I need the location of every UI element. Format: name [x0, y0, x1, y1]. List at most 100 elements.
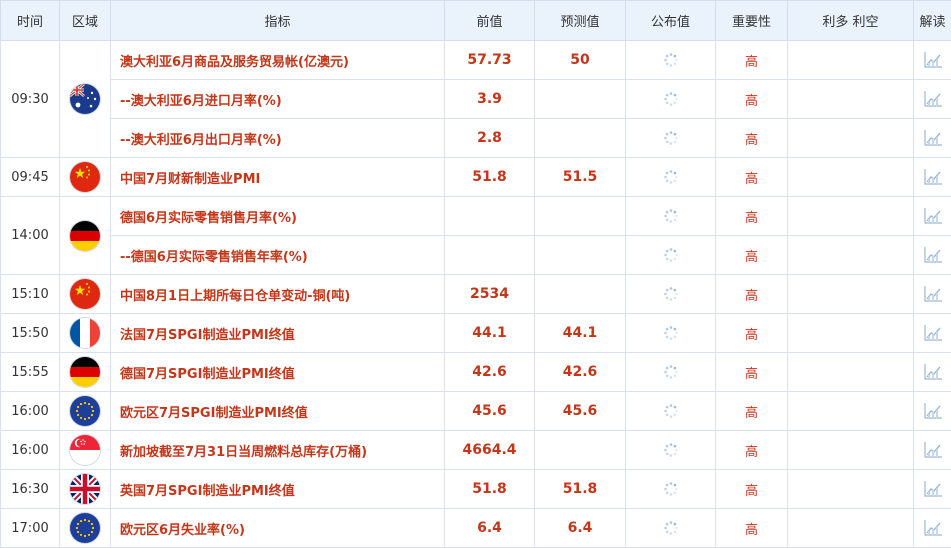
line-chart-icon[interactable] [923, 90, 943, 108]
importance-value: 高 [716, 509, 788, 548]
loading-spinner-icon [663, 442, 679, 458]
impact-cell [788, 314, 914, 353]
interpret-cell[interactable] [914, 158, 951, 197]
forecast-value: 6.4 [535, 509, 626, 548]
indicator-link[interactable]: 中国7月财新制造业PMI [111, 158, 445, 197]
header-indicator: 指标 [111, 1, 445, 41]
region-flag-cell [60, 314, 111, 353]
interpret-cell[interactable] [914, 509, 951, 548]
line-chart-icon[interactable] [923, 519, 943, 537]
indicator-link[interactable]: 欧元区6月失业率(%) [111, 509, 445, 548]
interpret-cell[interactable] [914, 431, 951, 470]
line-chart-icon[interactable] [923, 168, 943, 186]
uk-flag-icon [70, 474, 100, 504]
event-time: 16:00 [1, 392, 60, 431]
line-chart-icon[interactable] [923, 207, 943, 225]
event-time: 15:10 [1, 275, 60, 314]
indicator-link[interactable]: --澳大利亚6月出口月率(%) [111, 119, 445, 158]
importance-value: 高 [716, 197, 788, 236]
forecast-value: 51.5 [535, 158, 626, 197]
table-row[interactable]: 16:00欧元区7月SPGI制造业PMI终值45.645.6高 [1, 392, 951, 431]
table-row[interactable]: 16:00新加坡截至7月31日当周燃料总库存(万桶)4664.4高 [1, 431, 951, 470]
interpret-cell[interactable] [914, 236, 951, 275]
previous-value [445, 197, 535, 236]
indicator-link[interactable]: --德国6月实际零售销售年率(%) [111, 236, 445, 275]
line-chart-icon[interactable] [923, 441, 943, 459]
france-flag-icon [70, 318, 100, 348]
region-flag-cell [60, 275, 111, 314]
published-value [626, 431, 716, 470]
table-row[interactable]: 15:55德国7月SPGI制造业PMI终值42.642.6高 [1, 353, 951, 392]
interpret-cell[interactable] [914, 392, 951, 431]
table-row[interactable]: 15:50法国7月SPGI制造业PMI终值44.144.1高 [1, 314, 951, 353]
importance-value: 高 [716, 41, 788, 80]
table-row[interactable]: --澳大利亚6月进口月率(%)3.9高 [1, 80, 951, 119]
indicator-link[interactable]: 中国8月1日上期所每日仓单变动-铜(吨) [111, 275, 445, 314]
line-chart-icon[interactable] [923, 324, 943, 342]
indicator-link[interactable]: 新加坡截至7月31日当周燃料总库存(万桶) [111, 431, 445, 470]
previous-value: 4664.4 [445, 431, 535, 470]
loading-spinner-icon [663, 520, 679, 536]
indicator-link[interactable]: 德国7月SPGI制造业PMI终值 [111, 353, 445, 392]
line-chart-icon[interactable] [923, 246, 943, 264]
loading-spinner-icon [663, 52, 679, 68]
event-time: 09:45 [1, 158, 60, 197]
table-row[interactable]: 14:00德国6月实际零售销售月率(%)高 [1, 197, 951, 236]
published-value [626, 236, 716, 275]
table-row[interactable]: 16:30英国7月SPGI制造业PMI终值51.851.8高 [1, 470, 951, 509]
indicator-link[interactable]: 英国7月SPGI制造业PMI终值 [111, 470, 445, 509]
previous-value: 57.73 [445, 41, 535, 80]
previous-value: 2534 [445, 275, 535, 314]
line-chart-icon[interactable] [923, 285, 943, 303]
indicator-link[interactable]: --澳大利亚6月进口月率(%) [111, 80, 445, 119]
header-published: 公布值 [626, 1, 716, 41]
line-chart-icon[interactable] [923, 480, 943, 498]
indicator-link[interactable]: 欧元区7月SPGI制造业PMI终值 [111, 392, 445, 431]
loading-spinner-icon [663, 169, 679, 185]
indicator-link[interactable]: 澳大利亚6月商品及服务贸易帐(亿澳元) [111, 41, 445, 80]
indicator-link[interactable]: 德国6月实际零售销售月率(%) [111, 197, 445, 236]
interpret-cell[interactable] [914, 80, 951, 119]
importance-value: 高 [716, 353, 788, 392]
interpret-cell[interactable] [914, 41, 951, 80]
line-chart-icon[interactable] [923, 51, 943, 69]
line-chart-icon[interactable] [923, 402, 943, 420]
impact-cell [788, 275, 914, 314]
published-value [626, 353, 716, 392]
importance-value: 高 [716, 392, 788, 431]
germany-flag-icon [70, 221, 100, 251]
interpret-cell[interactable] [914, 275, 951, 314]
previous-value: 45.6 [445, 392, 535, 431]
header-importance: 重要性 [716, 1, 788, 41]
interpret-cell[interactable] [914, 314, 951, 353]
germany-flag-icon [70, 357, 100, 387]
header-impact: 利多 利空 [788, 1, 914, 41]
forecast-value: 42.6 [535, 353, 626, 392]
table-row[interactable]: --澳大利亚6月出口月率(%)2.8高 [1, 119, 951, 158]
line-chart-icon[interactable] [923, 129, 943, 147]
interpret-cell[interactable] [914, 197, 951, 236]
table-row[interactable]: 15:10中国8月1日上期所每日仓单变动-铜(吨)2534高 [1, 275, 951, 314]
table-row[interactable]: 17:00欧元区6月失业率(%)6.46.4高 [1, 509, 951, 548]
published-value [626, 80, 716, 119]
interpret-cell[interactable] [914, 119, 951, 158]
loading-spinner-icon [663, 91, 679, 107]
previous-value: 3.9 [445, 80, 535, 119]
previous-value [445, 236, 535, 275]
table-row[interactable]: 09:45中国7月财新制造业PMI51.851.5高 [1, 158, 951, 197]
indicator-link[interactable]: 法国7月SPGI制造业PMI终值 [111, 314, 445, 353]
event-time: 09:30 [1, 41, 60, 158]
previous-value: 51.8 [445, 470, 535, 509]
interpret-cell[interactable] [914, 353, 951, 392]
table-row[interactable]: --德国6月实际零售销售年率(%)高 [1, 236, 951, 275]
table-row[interactable]: 09:30澳大利亚6月商品及服务贸易帐(亿澳元)57.7350高 [1, 41, 951, 80]
importance-value: 高 [716, 431, 788, 470]
line-chart-icon[interactable] [923, 363, 943, 381]
impact-cell [788, 41, 914, 80]
interpret-cell[interactable] [914, 470, 951, 509]
impact-cell [788, 431, 914, 470]
header-region: 区域 [60, 1, 111, 41]
impact-cell [788, 470, 914, 509]
previous-value: 2.8 [445, 119, 535, 158]
china-flag-icon [70, 279, 100, 309]
